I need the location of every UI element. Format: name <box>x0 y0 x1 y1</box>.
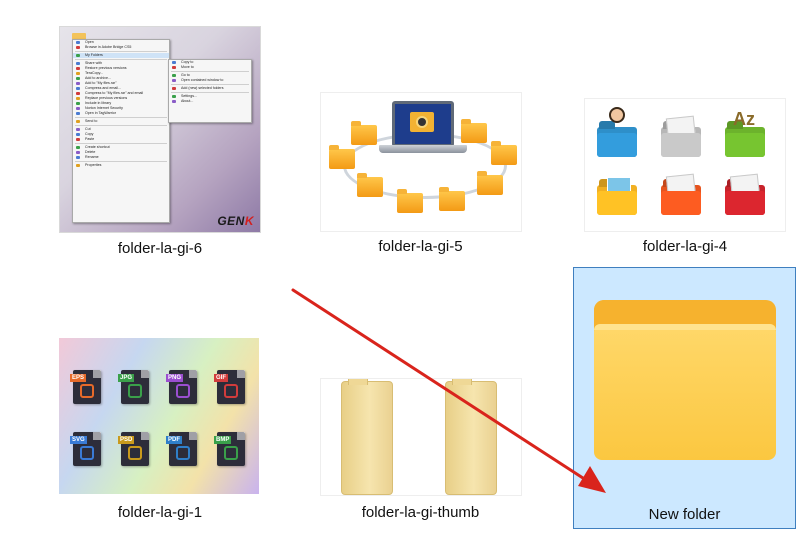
red-arrow-icon <box>291 288 606 493</box>
